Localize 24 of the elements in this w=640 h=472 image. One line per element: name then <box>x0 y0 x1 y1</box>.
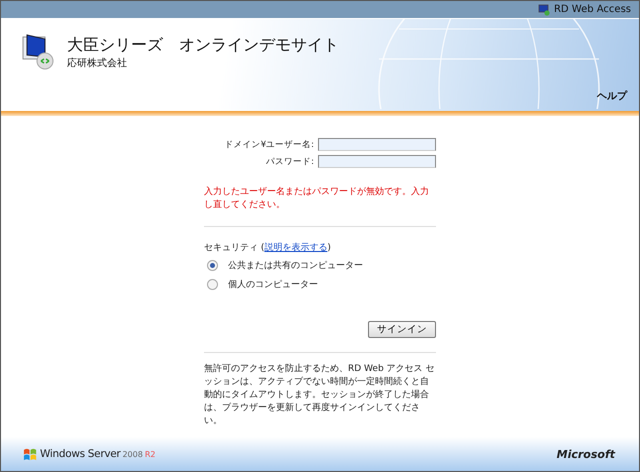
monitor-icon <box>538 4 550 16</box>
session-notice: 無許可のアクセスを防止するため、RD Web アクセス セッションは、アクティブでない時間が一定時間続くと自動的にタイムアウトします。セッションが終了した場合は、ブラウザーを更新して再度サインインしてください。 <box>204 363 436 428</box>
company-name: 応研株式会社 <box>67 56 128 70</box>
radio-label: 個人のコンピューター <box>228 278 318 291</box>
windows-flag-icon <box>23 446 38 462</box>
field-label: ドメイン¥ユーザー名: <box>224 138 314 150</box>
error-message: 入力したユーザー名またはパスワードが無効です。入力し直してください。 <box>204 186 430 212</box>
input-field[interactable] <box>318 138 436 151</box>
radio-label: 公共または共有のコンピューター <box>228 260 363 272</box>
input-field[interactable] <box>318 155 436 168</box>
product-edition: R2 <box>144 450 156 458</box>
help-link[interactable]: ヘルプ <box>597 89 627 103</box>
product-version: 2008 <box>122 450 143 458</box>
parenthesis: ) <box>327 243 331 253</box>
radio-button[interactable] <box>207 279 218 290</box>
vendor-name: Microsoft <box>556 448 615 460</box>
explanation-link[interactable]: 説明を表示する <box>264 243 328 253</box>
product-name: Windows Server <box>40 448 120 460</box>
radio-button[interactable] <box>207 260 218 271</box>
sign-in-button[interactable]: サインイン <box>368 321 436 338</box>
field-label: パスワード: <box>266 156 314 168</box>
product-label: RD Web Access <box>554 4 631 15</box>
site-title: 大臣シリーズ オンラインデモサイト <box>67 35 339 56</box>
security-label: セキュリティ ( <box>204 243 264 253</box>
